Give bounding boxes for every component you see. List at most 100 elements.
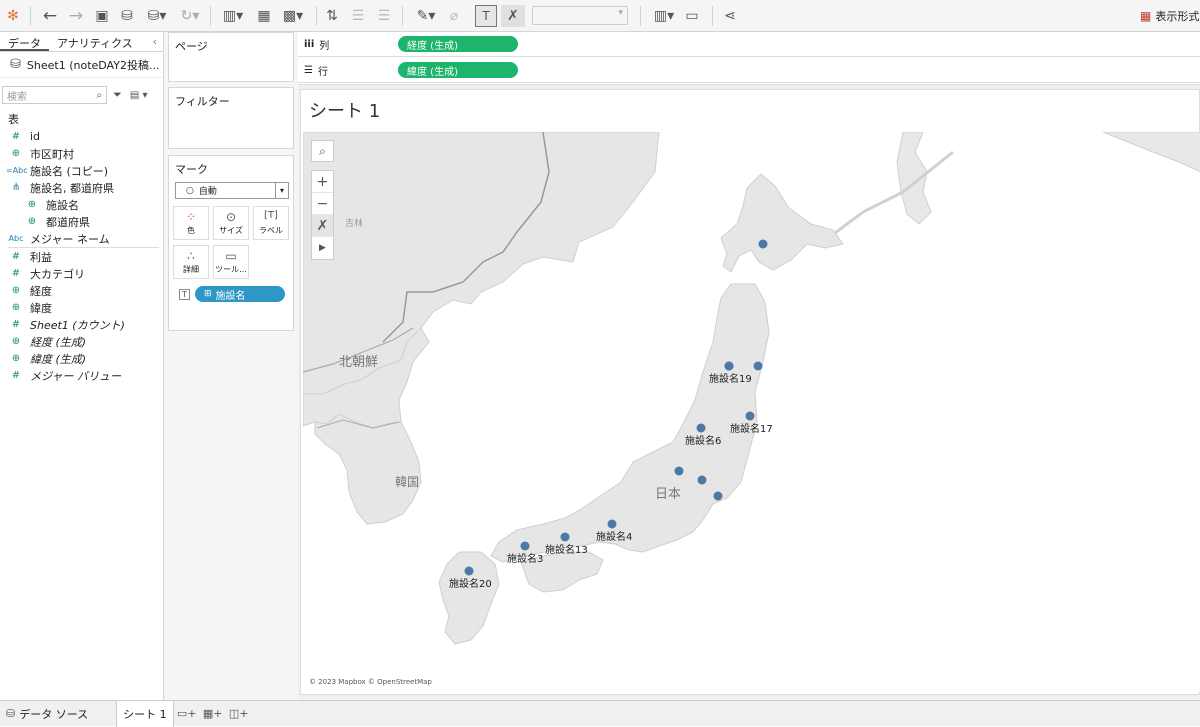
sheet-tab[interactable]: シート 1 (116, 700, 174, 727)
collapse-pane-icon[interactable]: ‹ (153, 35, 157, 48)
fit-dropdown[interactable] (532, 6, 628, 25)
map-search-button[interactable]: ⌕ (311, 140, 334, 162)
columns-pill[interactable]: 経度 (生成) (398, 36, 518, 52)
rows-pill[interactable]: 緯度 (生成) (398, 62, 518, 78)
new-worksheet-icon[interactable]: ▥▾ (218, 5, 248, 27)
map-canvas[interactable]: 吉林 北朝鮮 韓国 日本 施設名19 施設名17 施設名6 施設名4 施設名13施設名3… (303, 132, 1200, 692)
field-item[interactable]: ⊕ 施設名 (0, 196, 163, 213)
new-data-source-icon[interactable]: ⛁ (118, 5, 136, 27)
sort-ascending-icon[interactable]: ☰ (348, 5, 368, 27)
field-name: id (30, 130, 41, 143)
redo-icon[interactable]: → (66, 5, 86, 27)
field-item[interactable]: ⊕ 緯度 (0, 299, 163, 316)
pause-data-icon[interactable]: ⛁▾ (143, 5, 171, 27)
map-point[interactable] (560, 532, 570, 542)
size-button[interactable]: ⊙ サイズ (213, 206, 249, 240)
detail-button[interactable]: ∴ 詳細 (173, 245, 209, 279)
map-point-label: 施設名4 (596, 530, 632, 543)
map-point[interactable] (697, 475, 707, 485)
field-item[interactable]: # メジャー バリュー (0, 367, 163, 384)
show-me-button[interactable]: ▦ 表示形式 (1140, 8, 1199, 24)
tooltip-button[interactable]: ▭ ツール... (213, 245, 249, 279)
zoom-in-button[interactable]: + (312, 171, 333, 193)
field-item[interactable]: # 利益 (0, 248, 163, 265)
map-point[interactable] (520, 541, 530, 551)
plus-icon: + (316, 173, 329, 190)
field-item[interactable]: # id (0, 128, 163, 145)
share-icon[interactable]: ⋖ (720, 5, 740, 27)
map[interactable]: 吉林 北朝鮮 韓国 日本 施設名19 施設名17 施設名6 施設名4 施設名13 施設名3… (303, 132, 1200, 692)
sort-descending-icon[interactable]: ☰ (374, 5, 394, 27)
field-item[interactable]: ⋔ 施設名, 都道府県 (0, 179, 163, 196)
rows-shelf[interactable]: ☰ 行 緯度 (生成) (298, 58, 1200, 83)
field-name: 施設名 (46, 198, 79, 212)
show-mark-labels-icon[interactable]: T (475, 5, 497, 27)
map-point-label: 施設名6 (685, 434, 721, 447)
columns-shelf[interactable]: iii 列 経度 (生成) (298, 32, 1200, 57)
save-icon[interactable]: ▣ (93, 5, 111, 27)
map-point[interactable] (713, 491, 723, 501)
view-options-icon[interactable]: ▤ ▾ (130, 90, 148, 101)
map-point[interactable] (696, 423, 706, 433)
undo-icon[interactable]: ← (40, 5, 60, 27)
database-icon: ⛁ (10, 57, 21, 72)
data-source-tab[interactable]: ⛁ データ ソース (0, 701, 94, 727)
map-point[interactable] (607, 519, 617, 529)
map-point-label: 施設名17 (730, 422, 773, 435)
columns-shelf-label: 列 (319, 40, 330, 52)
show-me-icon: ▦ (1140, 9, 1152, 23)
field-item[interactable]: Abc メジャー ネーム (0, 230, 163, 247)
map-point[interactable] (674, 466, 684, 476)
filters-card[interactable]: フィルター (168, 87, 294, 149)
refresh-icon[interactable]: ↻▾ (176, 5, 204, 27)
new-story-tab-icon[interactable]: ◫+ (226, 707, 252, 720)
field-search-input[interactable]: 検索 ⌕ (2, 86, 107, 104)
reset-map-button[interactable]: ✗ (312, 215, 333, 237)
map-point[interactable] (753, 361, 763, 371)
show-cards-icon[interactable]: ▥▾ (649, 5, 679, 27)
map-point[interactable] (745, 411, 755, 421)
swap-axes-icon[interactable]: ⇅ (322, 5, 342, 27)
field-item[interactable]: ⊕ 市区町村 (0, 145, 163, 162)
clear-sheet-icon[interactable]: ▩▾ (278, 5, 308, 27)
zoom-out-button[interactable]: − (312, 193, 333, 215)
map-point-label: 施設名20 (449, 577, 492, 590)
toolbar-divider (316, 6, 317, 26)
tableau-logo-icon[interactable]: ✻ (4, 5, 22, 27)
highlight-icon[interactable]: ✎▾ (412, 5, 440, 27)
field-item[interactable]: ⊕ 経度 (生成) (0, 333, 163, 350)
field-item[interactable]: ⊕ 都道府県 (0, 213, 163, 230)
toolbar-divider (640, 6, 641, 26)
field-item[interactable]: ⊕ 緯度 (生成) (0, 350, 163, 367)
field-item[interactable]: # Sheet1 (カウント) (0, 316, 163, 333)
number-icon: # (11, 319, 21, 330)
duplicate-sheet-icon[interactable]: ▦ (254, 5, 274, 27)
mark-type-dropdown[interactable]: ○ 自動 ▾ (175, 182, 289, 199)
data-source-name: Sheet1 (noteDAY2投稿... (26, 58, 160, 72)
mark-pill-facility[interactable]: ⊞ 施設名 (195, 286, 285, 302)
data-source-item[interactable]: ⛁ Sheet1 (noteDAY2投稿... (0, 52, 163, 78)
new-worksheet-tab-icon[interactable]: ▭+ (174, 707, 200, 720)
new-dashboard-tab-icon[interactable]: ▦+ (200, 707, 226, 720)
label-button[interactable]: [T] ラベル (253, 206, 289, 240)
filters-card-title: フィルター (175, 95, 230, 108)
plus-box-icon: ⊞ (204, 289, 212, 299)
field-name: 施設名, 都道府県 (30, 181, 114, 195)
group-members-icon[interactable]: ⌀ (446, 5, 462, 27)
tab-analytics[interactable]: アナリティクス (49, 32, 141, 51)
field-item[interactable]: =Abc 施設名 (コピー) (0, 162, 163, 179)
field-item[interactable]: ⊕ 経度 (0, 282, 163, 299)
map-point[interactable] (464, 566, 474, 576)
pages-card[interactable]: ページ (168, 32, 294, 82)
field-item[interactable]: # 大カテゴリ (0, 265, 163, 282)
filter-icon[interactable]: ⏷ (113, 88, 122, 102)
map-point[interactable] (758, 239, 768, 249)
map-point[interactable] (724, 361, 734, 371)
map-tools-expand-button[interactable]: ▶ (312, 237, 333, 259)
globe-icon: ⊕ (27, 199, 37, 210)
fix-axes-icon[interactable]: ✗ (501, 5, 525, 27)
presentation-mode-icon[interactable]: ▭ (682, 5, 702, 27)
color-button[interactable]: ⁘ 色 (173, 206, 209, 240)
field-name: 緯度 (30, 301, 52, 315)
tab-data[interactable]: データ (0, 32, 49, 51)
